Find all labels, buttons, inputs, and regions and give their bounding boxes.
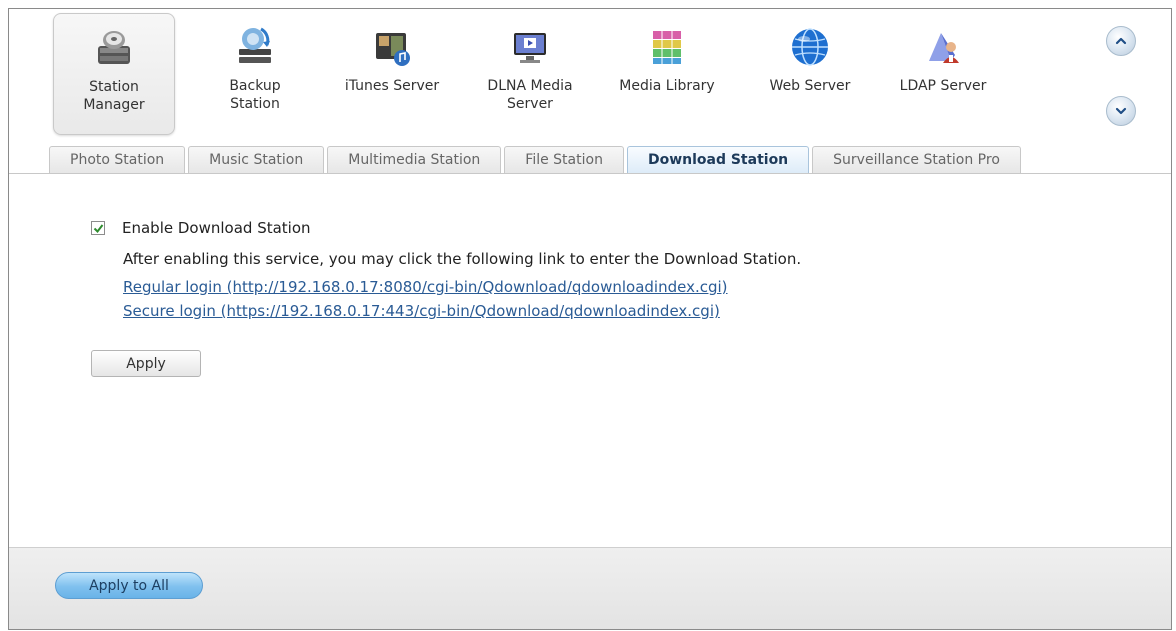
apply-button[interactable]: Apply [91, 350, 201, 377]
web-server-icon [792, 28, 828, 66]
app-label: Station Manager [83, 79, 145, 113]
enable-download-station-label: Enable Download Station [122, 219, 311, 237]
app-dlna-media-server[interactable]: DLNA Media Server [477, 13, 583, 135]
chevron-down-icon [1115, 107, 1127, 115]
app-window: Station Manager Backup Station iTunes Se… [8, 8, 1172, 630]
app-station-manager[interactable]: Station Manager [53, 13, 175, 135]
dlna-media-server-icon [514, 33, 546, 63]
app-label: Web Server [769, 78, 851, 94]
tab-multimedia-station[interactable]: Multimedia Station [327, 146, 502, 174]
download-station-panel: Enable Download Station After enabling t… [9, 174, 1171, 546]
regular-login-link[interactable]: Regular login (http://192.168.0.17:8080/… [123, 278, 728, 296]
apply-to-all-button[interactable]: Apply to All [55, 572, 203, 599]
station-tabs: Photo Station Music Station Multimedia S… [49, 146, 1024, 174]
checkmark-icon [93, 223, 103, 233]
station-manager-icon [98, 31, 130, 64]
tab-music-station[interactable]: Music Station [188, 146, 325, 174]
app-backup-station[interactable]: Backup Station [202, 13, 308, 135]
enable-download-station-row: Enable Download Station [91, 219, 311, 237]
tab-file-station[interactable]: File Station [504, 146, 624, 174]
app-label: DLNA Media Server [487, 78, 573, 112]
app-label: Backup Station [229, 78, 281, 112]
scroll-down-button[interactable] [1106, 96, 1136, 126]
app-label: LDAP Server [899, 78, 987, 94]
app-label: Media Library [619, 78, 715, 94]
app-icon-bar: Station Manager Backup Station iTunes Se… [9, 9, 1171, 146]
app-ldap-server[interactable]: LDAP Server [885, 13, 1001, 135]
secure-login-link[interactable]: Secure login (https://192.168.0.17:443/c… [123, 302, 720, 320]
ldap-server-icon [929, 33, 959, 63]
app-itunes-server[interactable]: iTunes Server [331, 13, 453, 135]
media-library-icon [653, 31, 681, 64]
chevron-up-icon [1115, 37, 1127, 45]
tab-download-station[interactable]: Download Station [626, 146, 810, 174]
tab-surveillance-station-pro[interactable]: Surveillance Station Pro [812, 146, 1021, 174]
footer-bar: Apply to All [9, 547, 1171, 629]
app-media-library[interactable]: Media Library [605, 13, 729, 135]
info-text: After enabling this service, you may cli… [123, 250, 802, 268]
enable-download-station-checkbox[interactable] [91, 221, 105, 235]
scroll-up-button[interactable] [1106, 26, 1136, 56]
itunes-server-icon [376, 33, 410, 66]
backup-station-icon [239, 27, 271, 63]
app-label: iTunes Server [344, 78, 440, 94]
tab-photo-station[interactable]: Photo Station [49, 146, 186, 174]
app-web-server[interactable]: Web Server [755, 13, 865, 135]
